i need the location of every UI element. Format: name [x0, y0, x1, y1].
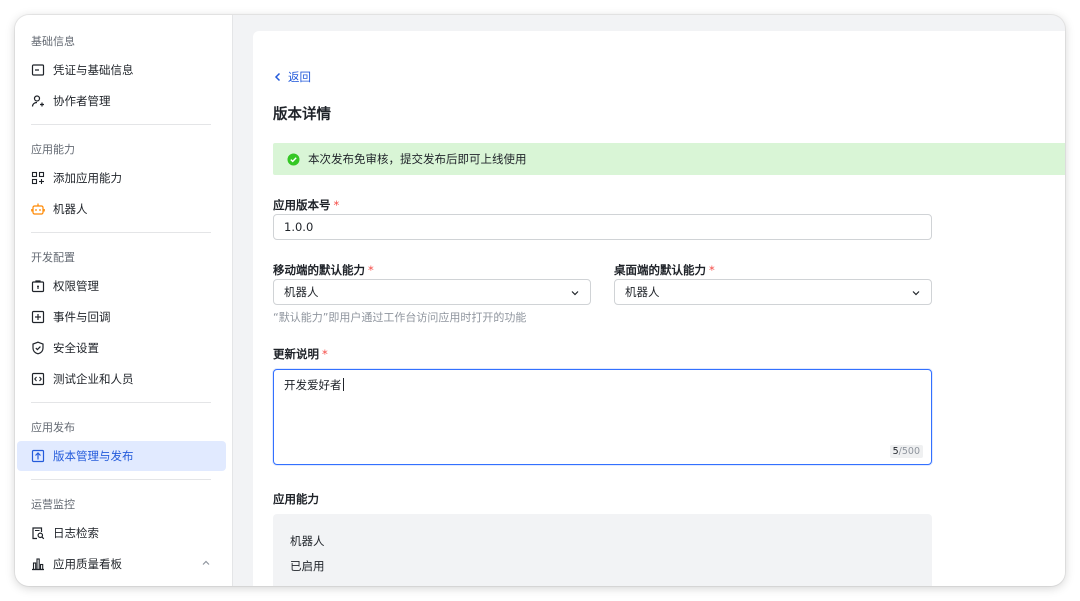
shield-icon: [31, 341, 45, 355]
sidebar-group-title-basic: 基础信息: [31, 35, 75, 48]
text-cursor: [342, 378, 344, 391]
sidebar-item-quality-board[interactable]: 应用质量看板: [17, 549, 226, 579]
sidebar-group-title-capability: 应用能力: [31, 143, 75, 156]
desktop-default-label-text: 桌面端的默认能力: [614, 263, 706, 277]
version-label-text: 应用版本号: [273, 198, 331, 212]
version-input[interactable]: 1.0.0: [273, 214, 932, 240]
capabilities-title: 应用能力: [273, 492, 319, 506]
add-user-icon: [31, 94, 45, 108]
update-notes-value: 开发爱好者: [284, 378, 342, 392]
chart-icon: [31, 557, 45, 571]
mobile-default-label-text: 移动端的默认能力: [273, 263, 365, 277]
sidebar-group-title-ops: 运营监控: [31, 498, 75, 511]
char-counter: 5/500: [889, 445, 923, 458]
mobile-default-label: 移动端的默认能力 *: [273, 262, 374, 278]
chevron-left-icon: [274, 72, 281, 82]
banner-text: 本次发布免审核，提交发布后即可上线使用: [308, 152, 527, 166]
update-notes-label: 更新说明 *: [273, 346, 328, 362]
mobile-default-value: 机器人: [284, 285, 319, 299]
sidebar-item-label: 应用质量看板: [53, 557, 122, 571]
test-code-icon: [31, 372, 45, 386]
sidebar-item-robot[interactable]: 机器人: [17, 194, 226, 224]
sidebar-item-label: 协作者管理: [53, 94, 111, 108]
sidebar-item-label: 测试企业和人员: [53, 372, 134, 386]
required-mark: *: [368, 263, 374, 277]
permission-icon: [31, 279, 45, 293]
chevron-down-icon: [571, 291, 579, 296]
char-max: /500: [898, 446, 920, 457]
chevron-up-icon[interactable]: [200, 557, 212, 569]
required-mark: *: [333, 198, 340, 212]
sidebar-item-test-users[interactable]: 测试企业和人员: [17, 364, 226, 394]
event-icon: [31, 310, 45, 324]
upload-icon: [31, 449, 45, 463]
required-mark: *: [709, 263, 715, 277]
sidebar-item-label: 事件与回调: [53, 310, 111, 324]
mobile-default-select[interactable]: 机器人: [273, 279, 591, 305]
back-label: 返回: [288, 70, 311, 84]
update-notes-textarea[interactable]: 开发爱好者 5/500: [273, 369, 932, 465]
sidebar: 基础信息 凭证与基础信息 协作者管理 应用能力 添加应用能力 机器人 开发配置 …: [15, 15, 233, 586]
success-banner: 本次发布免审核，提交发布后即可上线使用: [273, 143, 1065, 175]
sidebar-divider: [31, 402, 211, 403]
log-search-icon: [31, 526, 45, 540]
add-capability-icon: [31, 171, 45, 185]
required-mark: *: [322, 347, 328, 361]
sidebar-item-label: 权限管理: [53, 279, 99, 293]
page-title: 版本详情: [273, 107, 331, 123]
default-capability-hint: “默认能力”即用户通过工作台访问应用时打开的功能: [273, 311, 527, 324]
sidebar-group-title-release: 应用发布: [31, 421, 75, 434]
sidebar-item-version-release[interactable]: 版本管理与发布: [17, 441, 226, 471]
credential-icon: [31, 63, 45, 77]
capabilities-box: 机器人 已启用: [273, 514, 932, 586]
check-circle-icon: [287, 153, 300, 165]
sidebar-item-collaborators[interactable]: 协作者管理: [17, 86, 226, 116]
sidebar-item-permissions[interactable]: 权限管理: [17, 271, 226, 301]
sidebar-item-security[interactable]: 安全设置: [17, 333, 226, 363]
sidebar-divider: [31, 232, 211, 233]
app-window: 基础信息 凭证与基础信息 协作者管理 应用能力 添加应用能力 机器人 开发配置 …: [15, 15, 1065, 586]
sidebar-divider: [31, 124, 211, 125]
sidebar-item-credentials[interactable]: 凭证与基础信息: [17, 55, 226, 85]
desktop-default-label: 桌面端的默认能力 *: [614, 262, 715, 278]
desktop-default-select[interactable]: 机器人: [614, 279, 932, 305]
sidebar-item-label: 凭证与基础信息: [53, 63, 134, 77]
sidebar-group-title-dev: 开发配置: [31, 251, 75, 264]
sidebar-item-label: 日志检索: [53, 526, 99, 540]
back-link[interactable]: 返回: [273, 69, 311, 85]
capability-name: 机器人: [290, 534, 325, 548]
sidebar-item-label: 机器人: [53, 202, 88, 216]
sidebar-item-log-search[interactable]: 日志检索: [17, 518, 226, 548]
sidebar-item-label: 安全设置: [53, 341, 99, 355]
sidebar-item-label: 添加应用能力: [53, 171, 122, 185]
robot-icon: [31, 202, 45, 216]
capability-status: 已启用: [290, 559, 325, 573]
version-value: 1.0.0: [284, 220, 314, 234]
version-label: 应用版本号 *: [273, 197, 339, 213]
sidebar-divider: [31, 479, 211, 480]
sidebar-item-add-capability[interactable]: 添加应用能力: [17, 163, 226, 193]
sidebar-item-label: 版本管理与发布: [53, 449, 134, 463]
sidebar-item-events[interactable]: 事件与回调: [17, 302, 226, 332]
update-notes-content: 开发爱好者: [284, 377, 344, 393]
update-notes-label-text: 更新说明: [273, 347, 319, 361]
desktop-default-value: 机器人: [625, 285, 660, 299]
chevron-down-icon: [912, 291, 920, 296]
version-detail-panel: 返回 版本详情 本次发布免审核，提交发布后即可上线使用 应用版本号 * 1.0.0…: [253, 31, 1065, 586]
